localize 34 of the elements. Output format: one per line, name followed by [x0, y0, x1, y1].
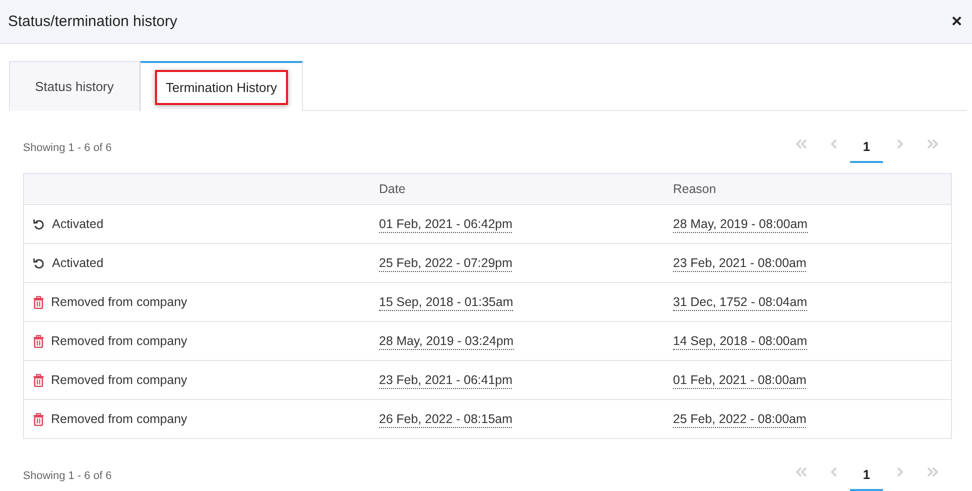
status-text: Activated — [52, 256, 104, 270]
results-summary: Showing 1 - 6 of 6 — [23, 142, 112, 154]
status-text: Removed from company — [51, 373, 188, 387]
status-text: Removed from company — [51, 334, 188, 348]
status-text: Removed from company — [51, 295, 188, 309]
reason-date-text: 14 Sep, 2018 - 08:00am — [673, 334, 808, 350]
page-button[interactable]: 1 — [850, 461, 883, 491]
reason-date-text: 28 May, 2019 - 08:00am — [673, 217, 808, 233]
results-summary: Showing 1 - 6 of 6 — [23, 470, 112, 482]
trash-icon — [33, 296, 44, 308]
trash-icon — [33, 374, 44, 386]
column-header: Reason — [673, 174, 952, 204]
trash-icon — [33, 412, 44, 426]
date-text: 01 Feb, 2021 - 06:42pm — [379, 217, 512, 233]
undo-icon — [33, 257, 45, 269]
dialog-title: Status/termination history — [8, 13, 178, 30]
undo-icon — [33, 218, 45, 230]
reason-date-text: 01 Feb, 2021 - 08:00am — [673, 373, 806, 389]
date-text: 25 Feb, 2022 - 07:29pm — [379, 256, 512, 272]
tab[interactable]: Status history — [9, 61, 140, 111]
page-button[interactable]: 1 — [850, 133, 883, 163]
status-text: Removed from company — [51, 412, 188, 426]
date-text: 26 Feb, 2022 - 08:15am — [379, 412, 512, 428]
reason-date-text: 23 Feb, 2021 - 08:00am — [673, 256, 806, 272]
reason-date-text: 31 Dec, 1752 - 08:04am — [673, 295, 808, 311]
date-text: 23 Feb, 2021 - 06:41pm — [379, 373, 512, 389]
reason-date-text: 25 Feb, 2022 - 08:00am — [673, 412, 806, 428]
trash-icon — [33, 334, 44, 348]
close-button[interactable]: × — [949, 11, 964, 32]
tab[interactable]: Termination History — [140, 61, 304, 111]
status-text: Activated — [52, 217, 104, 231]
column-header: Date — [379, 174, 673, 204]
date-text: 15 Sep, 2018 - 01:35am — [379, 295, 514, 311]
date-text: 28 May, 2019 - 03:24pm — [379, 334, 514, 350]
